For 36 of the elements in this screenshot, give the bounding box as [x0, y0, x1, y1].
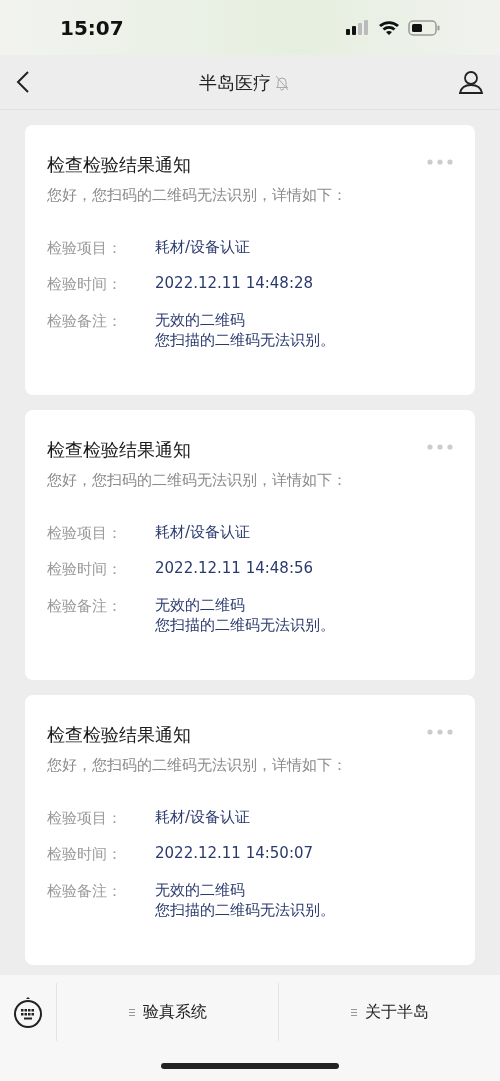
- signal-icon: [346, 20, 370, 35]
- field-label: 检验备注：: [47, 880, 123, 902]
- field-label: 检验备注：: [47, 310, 123, 332]
- field-label: 检验项目：: [47, 522, 123, 544]
- field-label: 检验时间：: [47, 274, 123, 295]
- message-title: 检查检验结果通知: [47, 153, 191, 177]
- field-value: 无效的二维码 您扫描的二维码无法识别。: [155, 309, 335, 350]
- menu-icon: [350, 1008, 357, 1016]
- message-title: 检查检验结果通知: [47, 438, 191, 462]
- field-label: 检验项目：: [47, 807, 123, 829]
- field-value: 耗材/设备认证: [155, 806, 251, 828]
- menu-item[interactable]: 验真系统: [57, 983, 279, 1041]
- field-value: 2022.12.11 14:48:28: [155, 273, 314, 294]
- field-value: 2022.12.11 14:50:07: [155, 843, 314, 864]
- field-label: 检验项目：: [47, 237, 123, 259]
- field-label: 检验时间：: [47, 844, 123, 865]
- back-icon[interactable]: [16, 70, 30, 94]
- field-value: 2022.12.11 14:48:56: [155, 558, 314, 579]
- field-label: 检验备注：: [47, 595, 123, 617]
- field-value: 耗材/设备认证: [155, 521, 251, 543]
- wifi-icon: [378, 19, 400, 36]
- battery-icon: [408, 19, 440, 36]
- message-intro: 您好，您扫码的二维码无法识别，详情如下：: [47, 470, 348, 491]
- field-value: 无效的二维码 您扫描的二维码无法识别。: [155, 879, 335, 920]
- message-intro: 您好，您扫码的二维码无法识别，详情如下：: [47, 755, 348, 776]
- field-value: 耗材/设备认证: [155, 236, 251, 258]
- field-value: 无效的二维码 您扫描的二维码无法识别。: [155, 594, 335, 635]
- message-intro: 您好，您扫码的二维码无法识别，详情如下：: [47, 185, 348, 206]
- profile-icon[interactable]: [458, 70, 484, 94]
- menu-item[interactable]: 关于半岛: [279, 983, 500, 1041]
- menu-icon: [128, 1008, 135, 1016]
- field-label: 检验时间：: [47, 559, 123, 580]
- chat-title: 半岛医疗: [199, 70, 271, 95]
- keyboard-icon[interactable]: [13, 996, 43, 1028]
- message-title: 检查检验结果通知: [47, 723, 191, 747]
- status-time: 15:07: [60, 14, 124, 42]
